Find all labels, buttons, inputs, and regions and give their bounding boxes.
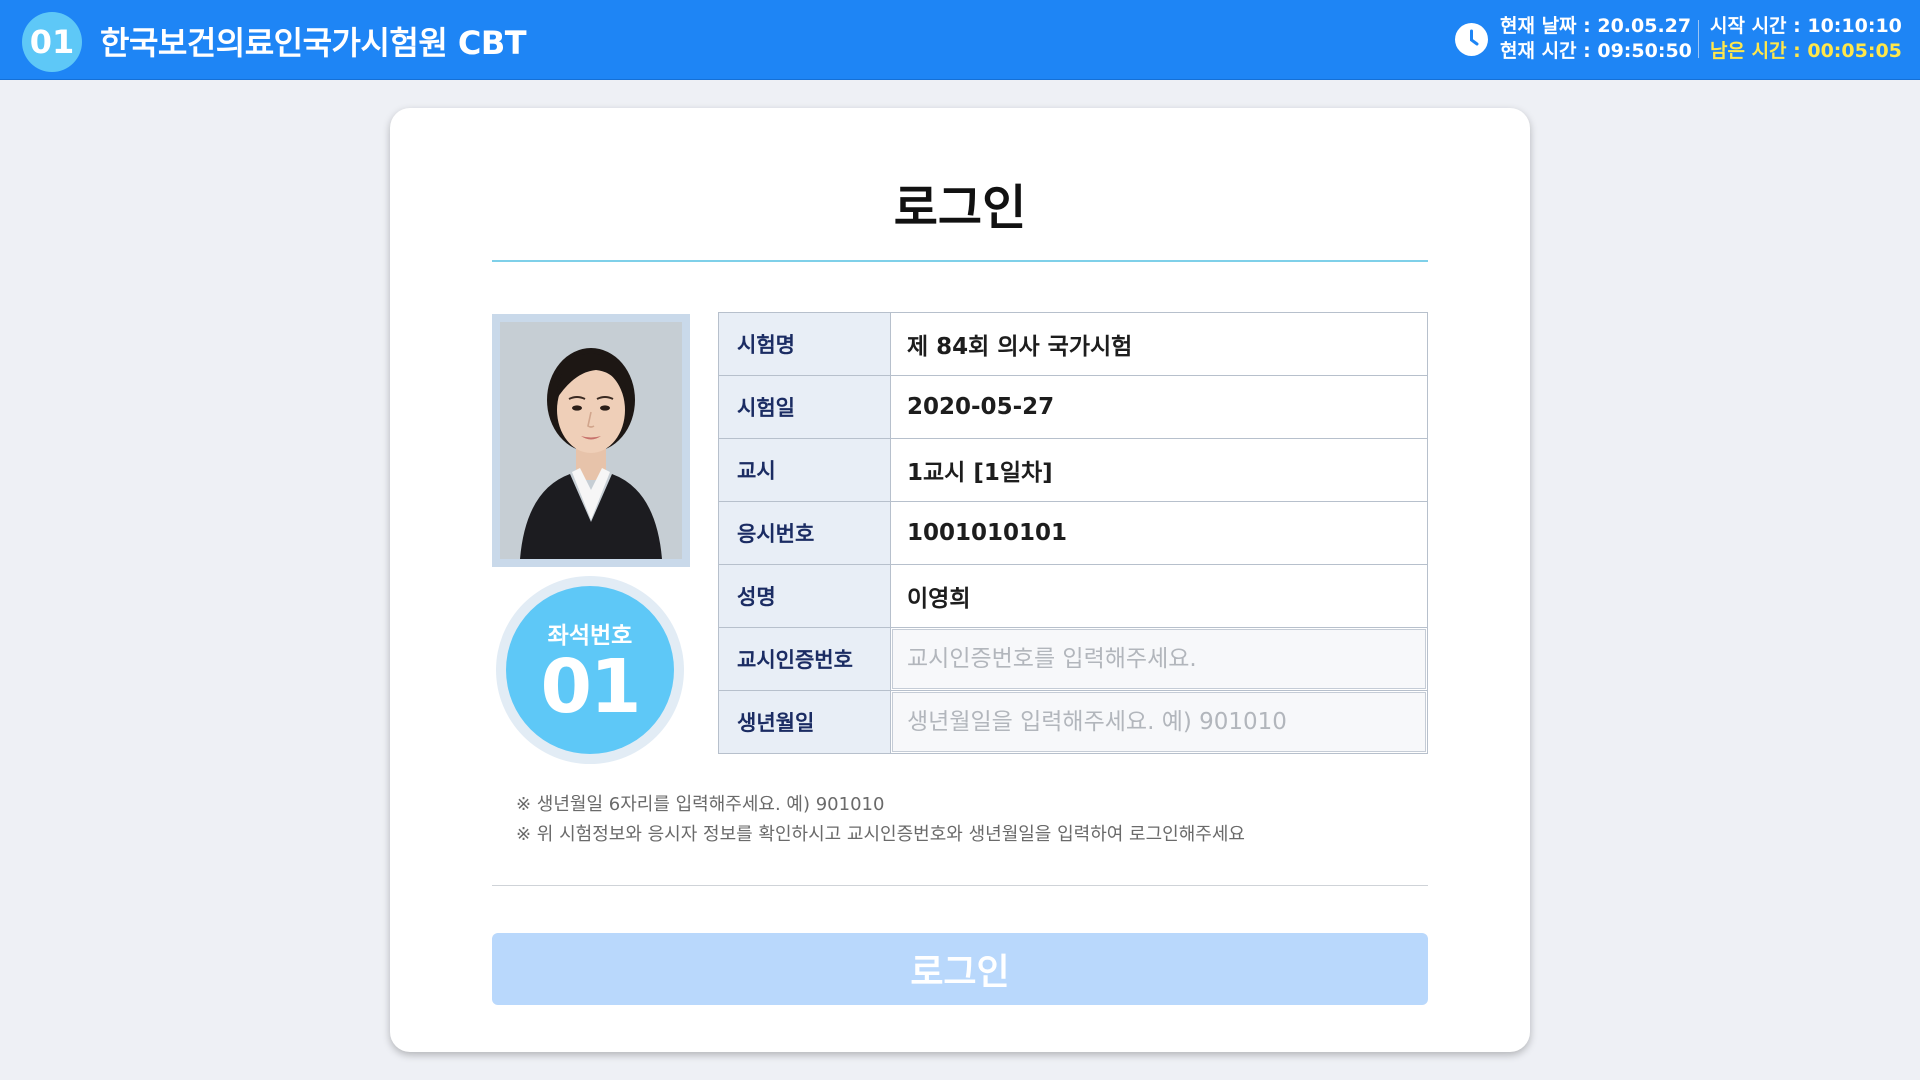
clock-icon bbox=[1455, 23, 1488, 56]
title-divider bbox=[492, 260, 1428, 262]
name-label: 성명 bbox=[719, 565, 891, 627]
examinee-photo-frame bbox=[492, 314, 690, 567]
exam-date-label: 시험일 bbox=[719, 376, 891, 438]
exam-info-table: 시험명 제 84회 의사 국가시험 시험일 2020-05-27 교시 1교시 … bbox=[718, 312, 1428, 754]
remaining-time: 남은 시간 : 00:05:05 bbox=[1710, 40, 1902, 62]
exam-name-label: 시험명 bbox=[719, 313, 891, 375]
current-time: 현재 시간 : 09:50:50 bbox=[1500, 40, 1692, 62]
start-time: 시작 시간 : 10:10:10 bbox=[1710, 15, 1902, 37]
seat-number-badge: 01 bbox=[22, 12, 82, 72]
table-row: 성명 이영희 bbox=[719, 565, 1427, 628]
exam-number-label: 응시번호 bbox=[719, 502, 891, 564]
exam-number-value: 1001010101 bbox=[907, 520, 1068, 546]
seat-badge-circle: 좌석번호 01 bbox=[506, 586, 674, 754]
examinee-photo bbox=[500, 322, 682, 559]
login-button[interactable]: 로그인 bbox=[492, 933, 1428, 1005]
birthdate-input[interactable] bbox=[892, 692, 1426, 752]
bottom-divider bbox=[492, 885, 1428, 886]
app-title: 한국보건의료인국가시험원 CBT bbox=[100, 24, 527, 62]
table-row: 교시 1교시 [1일차] bbox=[719, 439, 1427, 502]
notes: ※ 생년월일 6자리를 입력해주세요. 예) 901010 ※ 위 시험정보와 … bbox=[516, 790, 1245, 850]
login-card: 로그인 좌석번호 01 시험명 제 84회 의사 국가시험 시험일 2020-0… bbox=[390, 108, 1530, 1052]
birthdate-label: 생년월일 bbox=[719, 691, 891, 753]
name-value: 이영희 bbox=[907, 586, 971, 612]
top-bar: 01 한국보건의료인국가시험원 CBT 현재 날짜 : 20.05.27 현재 … bbox=[0, 0, 1920, 80]
note-instructions: ※ 위 시험정보와 응시자 정보를 확인하시고 교시인증번호와 생년월일을 입력… bbox=[516, 824, 1245, 845]
note-birthdate: ※ 생년월일 6자리를 입력해주세요. 예) 901010 bbox=[516, 794, 885, 815]
exam-date-value: 2020-05-27 bbox=[907, 394, 1055, 420]
cert-number-input[interactable] bbox=[892, 629, 1426, 689]
time-divider bbox=[1698, 20, 1699, 58]
table-row: 응시번호 1001010101 bbox=[719, 502, 1427, 565]
session-value: 1교시 [1일차] bbox=[907, 460, 1053, 486]
seat-badge-number: 01 bbox=[540, 644, 642, 730]
session-label: 교시 bbox=[719, 439, 891, 501]
table-row: 교시인증번호 bbox=[719, 628, 1427, 691]
cert-number-label: 교시인증번호 bbox=[719, 628, 891, 690]
exam-name-value: 제 84회 의사 국가시험 bbox=[907, 334, 1133, 360]
page-title: 로그인 bbox=[893, 180, 1027, 236]
table-row: 생년월일 bbox=[719, 691, 1427, 753]
seat-badge: 좌석번호 01 bbox=[496, 576, 684, 764]
current-date: 현재 날짜 : 20.05.27 bbox=[1500, 15, 1692, 37]
table-row: 시험일 2020-05-27 bbox=[719, 376, 1427, 439]
table-row: 시험명 제 84회 의사 국가시험 bbox=[719, 313, 1427, 376]
